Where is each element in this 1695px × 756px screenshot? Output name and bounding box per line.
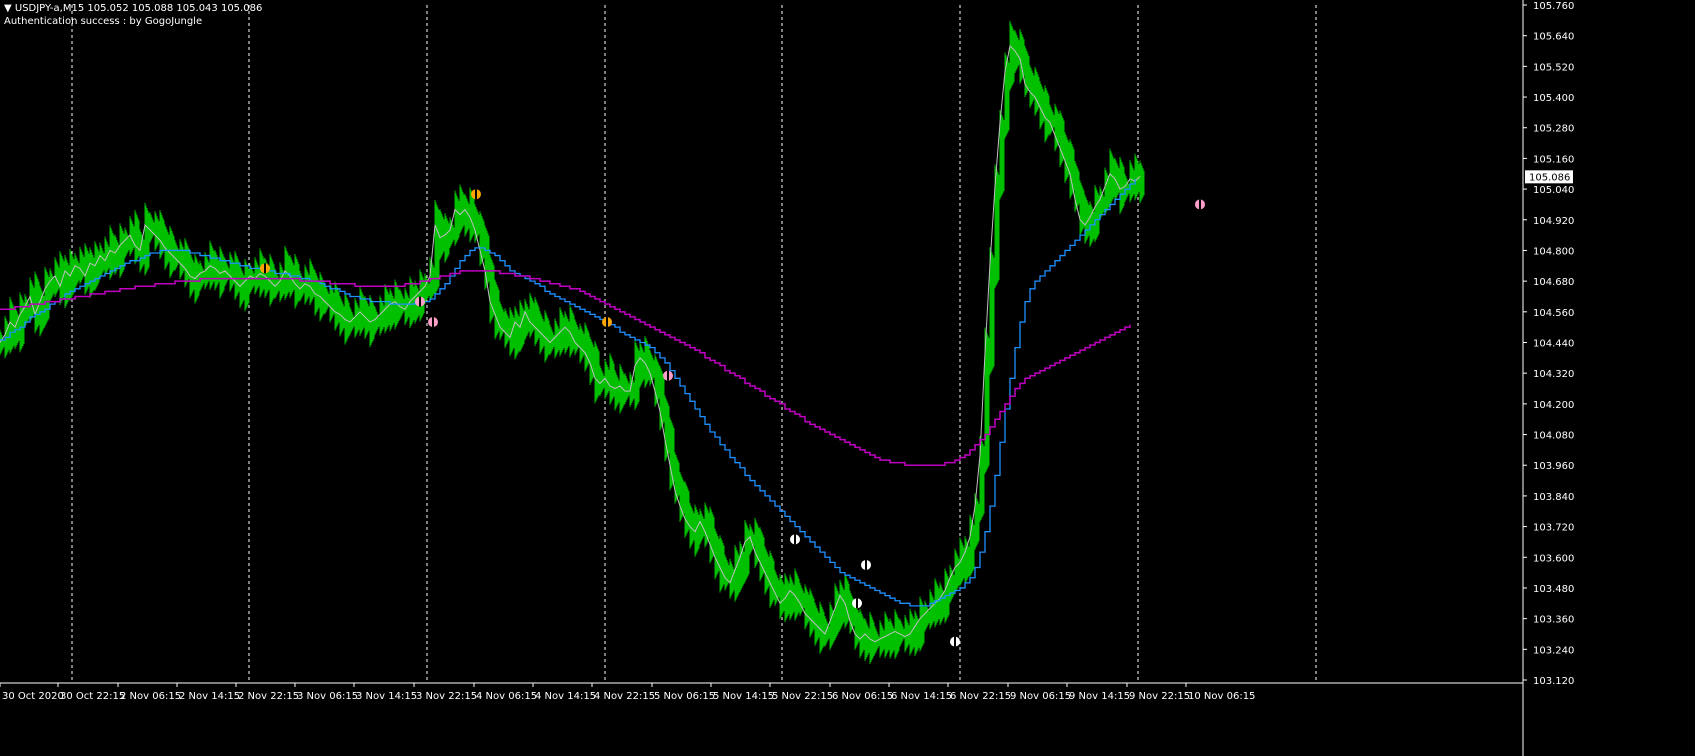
signal-marker-mark (606, 317, 608, 328)
price-tick-label: 104.200 (1533, 400, 1574, 411)
time-tick-label: 5 Nov 06:15 (654, 691, 715, 702)
price-tick-label: 105.760 (1533, 1, 1574, 12)
current-price-label: 105.086 (1529, 172, 1570, 183)
time-tick-label: 4 Nov 22:15 (594, 691, 655, 702)
time-axis: 30 Oct 202030 Oct 22:152 Nov 06:152 Nov … (0, 683, 1255, 702)
signal-marker-mark (856, 598, 858, 609)
time-tick-label: 5 Nov 14:15 (713, 691, 774, 702)
time-tick-label: 3 Nov 06:15 (297, 691, 358, 702)
signal-marker-mark (667, 370, 669, 381)
signal-marker-mark (419, 296, 421, 307)
time-tick-label: 2 Nov 22:15 (238, 691, 299, 702)
time-tick-label: 9 Nov 14:15 (1069, 691, 1130, 702)
price-tick-label: 105.520 (1533, 62, 1574, 73)
price-tick-label: 103.720 (1533, 523, 1574, 534)
time-tick-label: 2 Nov 06:15 (120, 691, 181, 702)
price-tick-label: 103.360 (1533, 615, 1574, 626)
price-tick-label: 104.800 (1533, 246, 1574, 257)
price-chart[interactable]: 105.760 105.640 105.520 105.400 105.280 105.1… (0, 0, 1695, 756)
price-tick-label: 103.480 (1533, 584, 1574, 595)
chart-axes (0, 0, 1524, 756)
time-tick-label: 3 Nov 22:15 (416, 691, 477, 702)
time-tick-label: 30 Oct 2020 (2, 691, 64, 702)
time-tick-label: 10 Nov 06:15 (1188, 691, 1255, 702)
signal-marker-mark (794, 534, 796, 545)
price-tick-label: 103.600 (1533, 553, 1574, 564)
time-tick-label: 2 Nov 14:15 (179, 691, 240, 702)
price-axis: 105.760 105.640 105.520 105.400 105.280 105.1… (1523, 1, 1574, 687)
price-tick-label: 104.680 (1533, 277, 1574, 288)
price-tick-label: 103.840 (1533, 492, 1574, 503)
time-tick-label: 4 Nov 14:15 (535, 691, 596, 702)
signal-marker-mark (432, 317, 434, 328)
price-tick-label: 103.240 (1533, 645, 1574, 656)
price-tick-label: 104.920 (1533, 216, 1574, 227)
time-tick-label: 9 Nov 06:15 (1010, 691, 1071, 702)
price-tick-label: 103.120 (1533, 676, 1574, 687)
time-tick-label: 9 Nov 22:15 (1129, 691, 1190, 702)
time-tick-label: 30 Oct 22:15 (60, 691, 125, 702)
time-tick-label: 4 Nov 06:15 (476, 691, 537, 702)
price-tick-label: 104.320 (1533, 369, 1574, 380)
signal-marker-mark (1199, 199, 1201, 210)
price-tick-label: 104.560 (1533, 308, 1574, 319)
price-tick-label: 104.440 (1533, 339, 1574, 350)
time-tick-label: 6 Nov 06:15 (832, 691, 893, 702)
time-tick-label: 6 Nov 22:15 (950, 691, 1011, 702)
current-price-marker: 105.086 (1525, 170, 1573, 184)
price-tick-label: 104.080 (1533, 431, 1574, 442)
signal-marker-mark (264, 263, 266, 274)
time-tick-label: 6 Nov 14:15 (891, 691, 952, 702)
time-tick-label: 3 Nov 14:15 (356, 691, 417, 702)
signal-marker-mark (865, 559, 867, 570)
price-bars (0, 20, 1145, 665)
price-tick-label: 105.040 (1533, 185, 1574, 196)
signal-marker-mark (475, 189, 477, 200)
signal-marker-mark (954, 636, 956, 647)
price-tick-label: 103.960 (1533, 461, 1574, 472)
price-tick-label: 105.160 (1533, 154, 1574, 165)
price-tick-label: 105.640 (1533, 32, 1574, 43)
price-tick-label: 105.400 (1533, 93, 1574, 104)
price-tick-label: 105.280 (1533, 124, 1574, 135)
time-gridlines (71, 5, 1317, 680)
time-tick-label: 5 Nov 22:15 (772, 691, 833, 702)
